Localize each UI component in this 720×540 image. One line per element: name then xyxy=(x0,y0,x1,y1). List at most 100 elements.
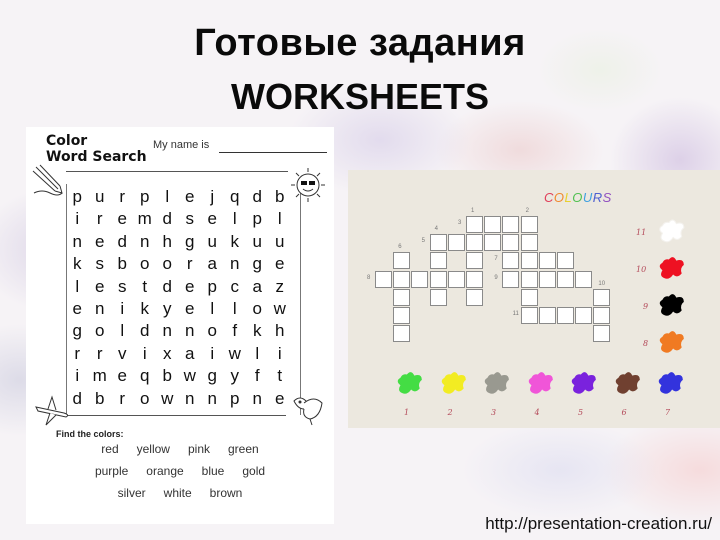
word-list-row: silver white brown xyxy=(26,486,334,500)
crossword-cell[interactable] xyxy=(484,234,502,252)
crossword-cell[interactable] xyxy=(375,270,392,288)
grid-letter: i xyxy=(75,366,80,386)
grid-letter: n xyxy=(162,321,172,341)
crossword-cell[interactable] xyxy=(447,234,465,252)
grid-letter: b xyxy=(275,187,285,206)
crossword-cell[interactable] xyxy=(411,270,429,288)
grid-letter: r xyxy=(119,388,126,408)
title-letter: O xyxy=(553,190,565,205)
crossword-cell[interactable] xyxy=(429,270,447,288)
crossword-cell[interactable] xyxy=(520,270,538,288)
crossword-cell[interactable] xyxy=(466,288,483,306)
grid-letter: x xyxy=(163,343,172,363)
swatch-number: 6 xyxy=(621,408,627,417)
clue-number: 5 xyxy=(421,238,425,245)
crossword-cell[interactable] xyxy=(502,216,520,233)
grid-letter: r xyxy=(96,209,103,229)
crossword-cell[interactable] xyxy=(593,288,611,306)
crossword-cell[interactable] xyxy=(393,252,411,270)
worksheet-title-line1: Color xyxy=(46,133,88,149)
grid-row: purplejqdb xyxy=(66,187,291,209)
grid-letter: l xyxy=(120,321,125,341)
grid-letter: h xyxy=(162,231,172,251)
word-item: white xyxy=(163,486,192,500)
crossword-cell[interactable] xyxy=(502,234,520,252)
crossword-cell[interactable] xyxy=(520,252,538,270)
paint-splat-icon xyxy=(528,372,553,394)
crossword-cell[interactable] xyxy=(538,252,556,270)
crossword-cell[interactable] xyxy=(466,270,483,288)
grid-letter: g xyxy=(72,321,82,341)
grid-letter: d xyxy=(162,276,172,296)
crossword-cell[interactable] xyxy=(466,252,483,270)
grid-letter: r xyxy=(119,187,126,206)
crossword-cell[interactable] xyxy=(557,307,574,324)
grid-letter: i xyxy=(142,343,147,363)
grid-row: lestdepcaz xyxy=(66,277,291,299)
source-url[interactable]: http://presentation-creation.ru/ xyxy=(485,514,712,534)
grid-letter: l xyxy=(232,298,237,318)
crossword-cell[interactable] xyxy=(429,288,447,306)
title-letter: R xyxy=(592,190,603,205)
title-letter: O xyxy=(572,190,583,205)
crossword-cell[interactable] xyxy=(429,234,447,252)
grid-letter: e xyxy=(275,388,285,408)
crossword-cell[interactable] xyxy=(520,216,538,233)
crossword-cell[interactable] xyxy=(466,216,483,233)
divider xyxy=(68,415,286,416)
clue-number: 10 xyxy=(598,280,606,287)
crossword-cell[interactable] xyxy=(538,307,556,324)
crossword-cell[interactable] xyxy=(520,234,538,252)
crossword-cell[interactable] xyxy=(538,270,556,288)
crossword-cell[interactable] xyxy=(557,270,574,288)
crossword-cell[interactable] xyxy=(593,325,611,343)
grid-row: rrvixaiwli xyxy=(66,344,291,366)
crossword-cell[interactable] xyxy=(520,307,538,324)
sun-with-sunglasses-icon xyxy=(291,168,325,202)
grid-letter: w xyxy=(273,298,286,318)
border-right xyxy=(300,184,301,415)
clue-number: 11 xyxy=(512,311,519,317)
grid-letter: o xyxy=(207,321,217,341)
slide-title: Готовые задания xyxy=(194,22,526,64)
crossword-cell[interactable] xyxy=(393,325,411,343)
word-item: green xyxy=(228,442,259,456)
crossword-cell[interactable] xyxy=(575,270,593,288)
name-prompt: My name is xyxy=(153,139,210,151)
grid-letter: a xyxy=(185,343,195,363)
crossword-cell[interactable] xyxy=(484,216,502,233)
grid-letter: n xyxy=(185,321,195,341)
crossword-cell[interactable] xyxy=(502,252,520,270)
crossword-cell[interactable] xyxy=(575,307,593,324)
grid-letter: n xyxy=(140,231,150,251)
grid-letter: e xyxy=(117,209,127,229)
crossword-cell[interactable] xyxy=(466,234,483,252)
grid-letter: u xyxy=(207,231,217,251)
grid-letter: d xyxy=(140,321,150,341)
crossword-cell[interactable] xyxy=(593,307,611,324)
crossword-cell[interactable] xyxy=(393,288,411,306)
crossword-cell[interactable] xyxy=(447,270,465,288)
crossword-cell[interactable] xyxy=(557,252,574,270)
crossword-cell[interactable] xyxy=(520,288,538,306)
grid-letter: r xyxy=(74,343,81,363)
letter-grid: purplejqdbiremdselplnednhgukuuksboorange… xyxy=(66,187,291,411)
clue-number: 4 xyxy=(434,226,438,233)
grid-letter: y xyxy=(163,298,172,318)
grid-letter: e xyxy=(185,276,195,296)
crossword-cell[interactable] xyxy=(502,270,520,288)
grid-letter: r xyxy=(186,254,193,274)
grid-letter: p xyxy=(207,276,217,296)
title-letter: S xyxy=(602,190,612,205)
grid-letter: d xyxy=(252,187,262,206)
title-letter: U xyxy=(582,190,593,205)
crossword-cell[interactable] xyxy=(393,270,411,288)
word-item: silver xyxy=(117,486,146,500)
grid-letter: u xyxy=(275,231,285,251)
swatch-number: 8 xyxy=(643,339,649,348)
crossword-cell[interactable] xyxy=(393,307,411,324)
grid-letter: b xyxy=(117,254,127,274)
grid-letter: n xyxy=(72,231,82,251)
crossword-cell[interactable] xyxy=(429,252,447,270)
swatch-number: 10 xyxy=(636,265,647,274)
